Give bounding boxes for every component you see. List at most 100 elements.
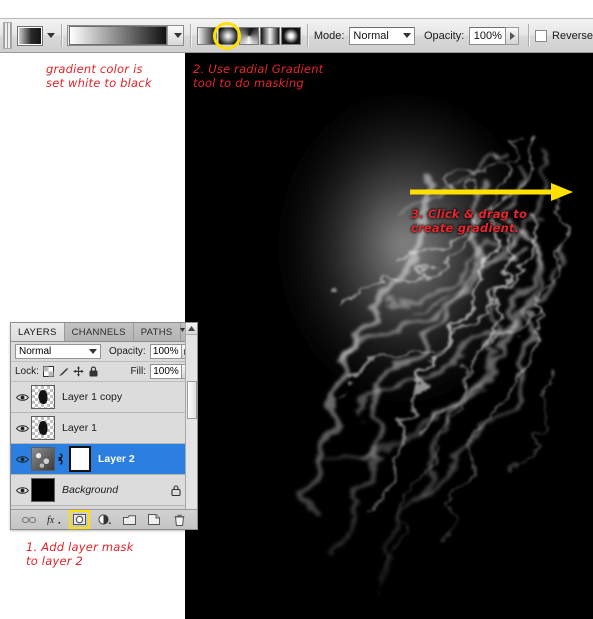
divider: [528, 24, 530, 47]
linear-gradient-button[interactable]: [197, 26, 218, 45]
gradient-color-note: gradient color is set white to black: [46, 62, 152, 90]
lock-label: Lock:: [15, 366, 39, 377]
layer-name: Background: [62, 484, 119, 496]
link-layers-button[interactable]: [22, 512, 37, 527]
link-icon: [22, 516, 36, 523]
tab-paths[interactable]: PATHS: [134, 323, 181, 341]
layer-visibility-toggle[interactable]: [13, 424, 31, 433]
layers-panel-button-bar: fx: [11, 509, 197, 529]
layer-row[interactable]: Layer 2: [11, 444, 197, 475]
add-layer-mask-note: 1. Add layer mask to layer 2: [26, 540, 134, 568]
blend-mode-select[interactable]: Normal: [349, 26, 415, 45]
gradient-picker[interactable]: [67, 25, 185, 46]
layer-name: Layer 2: [98, 453, 135, 465]
yellow-drag-arrow: [410, 183, 573, 201]
chevron-down-icon: [173, 33, 182, 38]
radial-gradient-note: 2. Use radial Gradient tool to do maskin…: [193, 62, 324, 90]
chevron-down-icon: [89, 349, 97, 354]
opacity-label: Opacity:: [423, 29, 465, 42]
options-bar-drag-grip[interactable]: [3, 22, 12, 49]
divider: [190, 24, 192, 47]
layer-blend-mode-value: Normal: [19, 346, 52, 357]
lock-icon: [171, 484, 181, 496]
lock-image-brush-icon[interactable]: [58, 366, 69, 377]
chevron-down-icon: [402, 33, 411, 38]
opacity-slider-button[interactable]: [506, 26, 520, 45]
fx-icon: fx: [47, 515, 61, 525]
chevron-down-icon: [46, 33, 55, 38]
layers-panel[interactable]: LAYERS CHANNELS PATHS Normal Opacity: 10…: [10, 322, 198, 530]
layer-name: Layer 1 copy: [62, 391, 123, 403]
chevron-right-icon: [509, 31, 515, 40]
layer-mask-thumbnail[interactable]: [69, 446, 91, 472]
panel-opacity-label: Opacity:: [109, 346, 146, 357]
opacity-input[interactable]: 100%: [469, 26, 507, 45]
layer-thumbnail[interactable]: [31, 447, 55, 471]
new-layer-page-icon: [148, 514, 160, 525]
layer-thumbnail[interactable]: [31, 478, 55, 502]
layer-row[interactable]: Layer 1 copy: [11, 382, 197, 413]
smoke-image-canvas[interactable]: 2. Use radial Gradient tool to do maskin…: [185, 53, 593, 619]
new-group-button[interactable]: [122, 512, 137, 527]
link-mask-icon[interactable]: [56, 452, 64, 466]
layer-visibility-toggle[interactable]: [13, 486, 31, 495]
tab-layers[interactable]: LAYERS: [11, 323, 65, 341]
eye-icon: [15, 424, 29, 432]
panel-tab-bar: LAYERS CHANNELS PATHS: [11, 323, 197, 342]
fill-input[interactable]: 100%: [150, 364, 182, 379]
delete-layer-button[interactable]: [172, 512, 187, 527]
layer-name: Layer 1: [62, 422, 98, 434]
layer-visibility-toggle[interactable]: [13, 455, 31, 464]
blend-mode-row: Normal Opacity: 100%: [11, 342, 197, 362]
trash-icon: [174, 514, 184, 526]
opacity-control[interactable]: 100%: [469, 26, 520, 45]
lock-row: Lock: Fill: 100%: [11, 362, 197, 382]
gradient-tool-options-bar: Mode: Normal Opacity: 100% Reverse: [0, 18, 593, 53]
lock-all-icon[interactable]: [88, 366, 99, 377]
chevron-up-icon: [188, 326, 195, 331]
layer-thumbnail[interactable]: [31, 416, 55, 440]
layer-row[interactable]: Layer 1: [11, 413, 197, 444]
blend-mode-value: Normal: [353, 29, 389, 42]
tool-preset-swatch: [16, 25, 43, 46]
angle-gradient-button[interactable]: [239, 26, 260, 45]
click-drag-note: 3. Click & drag to create gradient.: [411, 207, 528, 235]
scroll-up-button[interactable]: [186, 323, 197, 335]
scrollbar-thumb[interactable]: [187, 381, 197, 419]
reverse-checkbox[interactable]: [535, 29, 548, 42]
svg-text:fx: fx: [47, 515, 55, 525]
gradient-picker-chevron-button[interactable]: [167, 26, 184, 45]
tool-preset-picker[interactable]: [16, 25, 55, 46]
gradient-type-buttons: [197, 21, 302, 50]
divider: [307, 24, 308, 47]
layer-list: Layer 1 copy Layer 1 Layer 2 Background: [11, 382, 197, 506]
add-layer-mask-button[interactable]: [68, 510, 90, 529]
fill-label: Fill:: [130, 366, 146, 377]
eye-icon: [15, 455, 29, 463]
layer-thumbnail[interactable]: [31, 385, 55, 409]
eye-icon: [15, 393, 29, 401]
eye-icon: [15, 486, 29, 494]
layer-blend-mode-select[interactable]: Normal: [15, 344, 101, 359]
gradient-preview-swatch: [69, 26, 168, 45]
radial-gradient-button[interactable]: [218, 26, 239, 45]
layer-visibility-toggle[interactable]: [13, 393, 31, 402]
reverse-label: Reverse: [552, 29, 593, 42]
mode-label: Mode:: [313, 29, 345, 42]
layer-row[interactable]: Background: [11, 475, 197, 506]
new-adjustment-layer-button[interactable]: [97, 512, 112, 527]
new-layer-button[interactable]: [147, 512, 162, 527]
smoke-artwork: [185, 53, 593, 619]
layer-style-fx-button[interactable]: fx: [47, 512, 62, 527]
lock-position-move-icon[interactable]: [73, 366, 84, 377]
reflected-gradient-button[interactable]: [260, 26, 281, 45]
tab-channels[interactable]: CHANNELS: [65, 323, 134, 341]
layers-scrollbar[interactable]: [185, 323, 197, 529]
add-layer-mask-highlight: [68, 510, 90, 529]
lock-transparency-icon[interactable]: [42, 366, 54, 377]
divider: [60, 24, 62, 47]
diamond-gradient-button[interactable]: [281, 26, 302, 45]
reverse-checkbox-group[interactable]: Reverse: [535, 29, 593, 42]
adjustment-half-circle-icon: [97, 514, 111, 525]
panel-opacity-input[interactable]: 100%: [149, 344, 182, 359]
